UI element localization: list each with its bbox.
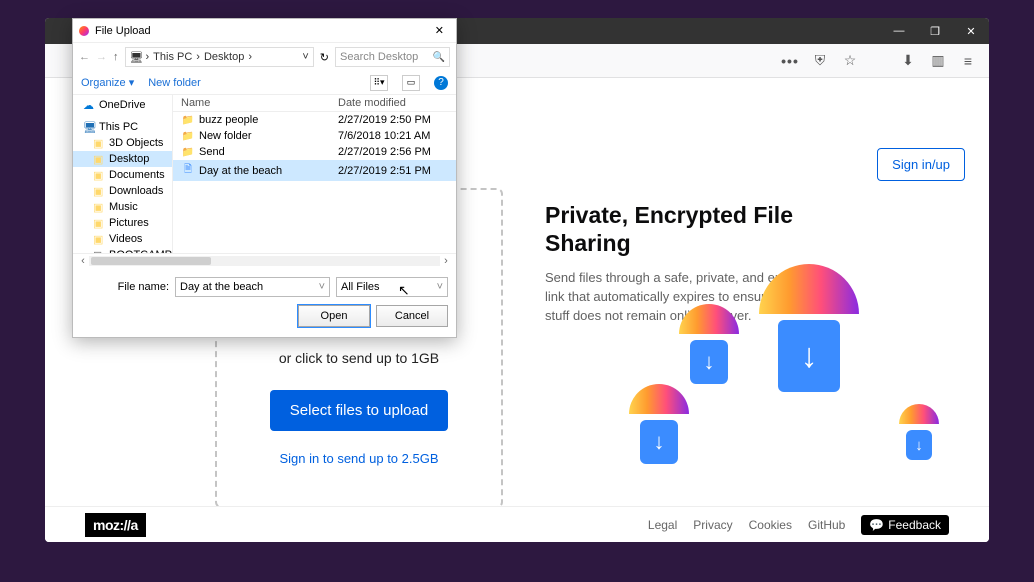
folder-icon: ▣ <box>93 233 105 245</box>
drop-hint-text: or click to send up to 1GB <box>279 350 439 366</box>
footer-cookies-link[interactable]: Cookies <box>749 518 792 532</box>
list-header: Name Date modified <box>173 95 456 112</box>
folder-icon: ▣ <box>93 201 105 213</box>
pc-icon: 🖥 <box>130 51 142 63</box>
folder-icon: ▣ <box>93 217 105 229</box>
firefox-icon <box>79 26 89 36</box>
nav-tree: ☁OneDrive 🖥This PC ▣3D Objects ▣Desktop … <box>73 95 173 253</box>
shield-icon[interactable]: ⛨ <box>807 48 833 74</box>
app-menu-icon[interactable]: ≡ <box>955 48 981 74</box>
page-footer: moz://a Legal Privacy Cookies GitHub 💬 F… <box>45 506 989 542</box>
page-description: Send files through a safe, private, and … <box>545 269 825 326</box>
tree-music[interactable]: ▣Music <box>73 199 172 215</box>
window-close-button[interactable]: ✕ <box>953 18 989 44</box>
refresh-icon[interactable]: ↻ <box>320 51 329 64</box>
download-icon[interactable]: ⬇ <box>895 48 921 74</box>
feedback-button[interactable]: 💬 Feedback <box>861 515 949 535</box>
filename-label: File name: <box>81 281 169 293</box>
mozilla-logo[interactable]: moz://a <box>85 513 146 537</box>
horizontal-scrollbar[interactable]: ‹ › <box>73 253 456 267</box>
view-preview-button[interactable]: ▭ <box>402 75 420 91</box>
view-icons-button[interactable]: ⠿▾ <box>370 75 388 91</box>
list-item[interactable]: 📁Send2/27/2019 2:56 PM <box>173 144 456 160</box>
tree-onedrive[interactable]: ☁OneDrive <box>73 97 172 113</box>
folder-icon: 📁 <box>181 147 195 158</box>
bookmark-icon[interactable]: ☆ <box>837 48 863 74</box>
nav-fwd-icon[interactable]: → <box>96 51 107 63</box>
breadcrumb[interactable]: 🖥 › This PC › Desktop › ˅ <box>125 47 314 67</box>
dialog-titlebar: File Upload ✕ <box>73 19 456 43</box>
help-icon[interactable]: ? <box>434 76 448 90</box>
tree-desktop[interactable]: ▣Desktop <box>73 151 172 167</box>
search-icon: 🔍 <box>433 52 445 63</box>
disk-icon: ⊟ <box>93 249 105 253</box>
file-type-select[interactable]: All Files˅ <box>336 277 448 297</box>
footer-legal-link[interactable]: Legal <box>648 518 677 532</box>
search-input[interactable]: Search Desktop 🔍 <box>335 47 450 67</box>
cloud-icon: ☁ <box>83 99 95 111</box>
sign-in-link[interactable]: Sign in to send up to 2.5GB <box>280 451 439 466</box>
folder-icon: ▣ <box>93 169 105 181</box>
dialog-close-button[interactable]: ✕ <box>429 22 450 39</box>
file-icon: 🗎 <box>181 162 195 179</box>
file-upload-dialog: File Upload ✕ ← → ↑ 🖥 › This PC › Deskto… <box>72 18 457 338</box>
folder-icon: 📁 <box>181 115 195 126</box>
page-actions-icon[interactable]: ••• <box>777 48 803 74</box>
page-headline: Private, Encrypted File Sharing <box>545 202 825 257</box>
chevron-down-icon[interactable]: ˅ <box>437 281 443 293</box>
list-item[interactable]: 🗎Day at the beach2/27/2019 2:51 PM <box>173 160 456 181</box>
open-button[interactable]: Open <box>298 305 370 327</box>
chevron-down-icon[interactable]: ˅ <box>319 281 325 293</box>
pc-icon: 🖥 <box>83 121 95 133</box>
nav-up-icon[interactable]: ↑ <box>113 51 119 63</box>
footer-links: Legal Privacy Cookies GitHub 💬 Feedback <box>648 515 949 535</box>
tree-videos[interactable]: ▣Videos <box>73 231 172 247</box>
footer-github-link[interactable]: GitHub <box>808 518 845 532</box>
folder-icon: 📁 <box>181 131 195 142</box>
footer-privacy-link[interactable]: Privacy <box>693 518 732 532</box>
dialog-title: File Upload <box>95 25 151 37</box>
nav-back-icon[interactable]: ← <box>79 51 90 63</box>
chevron-down-icon[interactable]: ˅ <box>302 51 308 63</box>
tree-documents[interactable]: ▣Documents <box>73 167 172 183</box>
sign-in-up-button[interactable]: Sign in/up <box>877 148 965 181</box>
folder-icon: ▣ <box>93 137 105 149</box>
folder-icon: ▣ <box>93 153 105 165</box>
column-name[interactable]: Name <box>181 97 338 109</box>
select-files-button[interactable]: Select files to upload <box>270 390 448 431</box>
tree-this-pc[interactable]: 🖥This PC <box>73 119 172 135</box>
filename-row: File name: Day at the beach˅ All Files˅ <box>81 277 448 297</box>
window-restore-button[interactable]: ❐ <box>917 18 953 44</box>
window-minimize-button[interactable]: — <box>881 18 917 44</box>
organize-menu[interactable]: Organize ▾ <box>81 76 134 89</box>
folder-icon: ▣ <box>93 185 105 197</box>
dialog-toolbar: Organize ▾ New folder ⠿▾ ▭ ? <box>73 71 456 95</box>
copy-block: Private, Encrypted File Sharing Send fil… <box>545 202 825 326</box>
list-item[interactable]: 📁New folder7/6/2018 10:21 AM <box>173 128 456 144</box>
file-list: Name Date modified 📁buzz people2/27/2019… <box>173 95 456 253</box>
tree-downloads[interactable]: ▣Downloads <box>73 183 172 199</box>
tree-3d-objects[interactable]: ▣3D Objects <box>73 135 172 151</box>
tree-pictures[interactable]: ▣Pictures <box>73 215 172 231</box>
list-item[interactable]: 📁buzz people2/27/2019 2:50 PM <box>173 112 456 128</box>
library-icon[interactable]: ▥ <box>925 48 951 74</box>
cancel-button[interactable]: Cancel <box>376 305 448 327</box>
filename-input[interactable]: Day at the beach˅ <box>175 277 330 297</box>
tree-bootcamp[interactable]: ⊟BOOTCAMP (C:) <box>73 247 172 253</box>
new-folder-button[interactable]: New folder <box>148 77 201 89</box>
dialog-nav-row: ← → ↑ 🖥 › This PC › Desktop › ˅ ↻ Search… <box>73 43 456 71</box>
column-date[interactable]: Date modified <box>338 97 448 109</box>
